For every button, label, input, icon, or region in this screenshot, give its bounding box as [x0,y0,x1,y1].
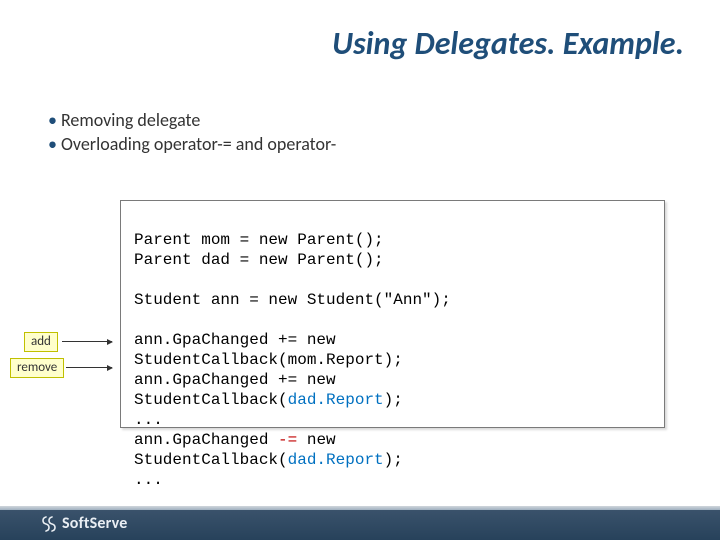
bullet-1-text: Removing delegate [61,109,200,131]
code-l11c: new [297,431,335,449]
code-l9c: ); [384,391,403,409]
bullet-2-text: Overloading operator-= and operator- [61,133,336,155]
code-l12c: ); [384,451,403,469]
bullet-2: •Overloading operator-= and operator- [48,132,336,156]
code-l11b: -= [278,431,297,449]
code-block: Parent mom = new Parent(); Parent dad = … [120,200,465,500]
slide-title: Using Delegates. Example. [230,24,684,63]
code-l1: Parent mom = new Parent(); [134,231,384,249]
footer-lip [0,506,720,510]
arrow-add [62,341,112,342]
brand-name: SoftServe [62,514,128,533]
code-l7: StudentCallback(mom.Report); [134,351,403,369]
code-l12a: StudentCallback( [134,451,288,469]
bullet-list: •Removing delegate •Overloading operator… [48,108,336,157]
code-l9a: StudentCallback( [134,391,288,409]
code-l9b: dad.Report [288,391,384,409]
bullet-1: •Removing delegate [48,108,336,132]
code-l10: ... [134,411,163,429]
footer-bar: SoftServe [0,510,720,540]
arrow-remove [66,367,112,368]
brand-mark-icon [40,515,58,533]
code-l12b: dad.Report [288,451,384,469]
code-l6: ann.GpaChanged += new [134,331,336,349]
tag-remove: remove [10,358,64,378]
code-l11a: ann.GpaChanged [134,431,278,449]
code-l13: ... [134,471,163,489]
brand-logo: SoftServe [40,514,128,533]
code-area: Parent mom = new Parent(); Parent dad = … [120,200,665,428]
code-l2: Parent dad = new Parent(); [134,251,384,269]
code-l8: ann.GpaChanged += new [134,371,336,389]
code-l4: Student ann = new Student("Ann"); [134,291,451,309]
tag-add: add [24,332,58,352]
